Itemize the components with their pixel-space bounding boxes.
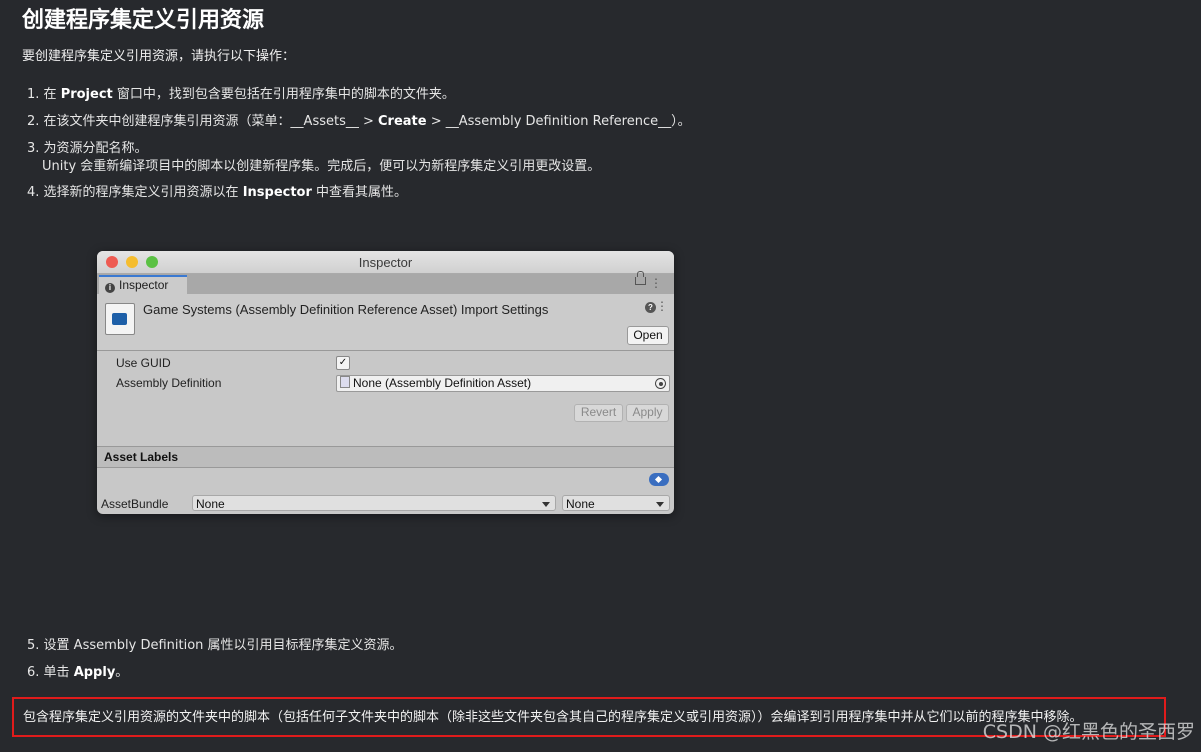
inspector-titlebar: Inspector [97,251,674,274]
asset-labels-header[interactable]: Asset Labels [97,446,674,468]
assembly-reference-asset-icon [105,303,135,335]
asset-title: Game Systems (Assembly Definition Refere… [143,302,549,317]
step-6: 6. 单击 Apply。 [27,659,403,686]
chevron-down-icon [656,502,664,507]
asset-bundle-label: AssetBundle [101,497,169,511]
window-title: Inspector [358,255,413,270]
assembly-definition-label: Assembly Definition [116,376,222,390]
step-number: 3. [27,141,40,156]
step-text: 为资源分配名称。 [43,141,148,156]
step-text: 选择新的程序集定义引用资源以在 [43,185,243,200]
step-text: 设置 Assembly Definition 属性以引用目标程序集定义资源。 [43,638,403,653]
steps-list: 1. 在 Project 窗口中，找到包含要包括在引用程序集中的脚本的文件夹。 … [27,81,691,206]
step-number: 4. [27,185,40,200]
step-number: 6. [27,665,40,680]
step-5: 5. 设置 Assembly Definition 属性以引用目标程序集定义资源… [27,632,403,659]
step-number: 1. [27,87,40,102]
header-kebab-icon[interactable]: ⋮ [656,299,668,313]
step-4: 4. 选择新的程序集定义引用资源以在 Inspector 中查看其属性。 [27,179,691,206]
tag-icon[interactable] [649,473,669,486]
object-picker-icon[interactable] [655,378,666,389]
step-text: > __Assembly Definition Reference__）。 [426,114,691,129]
revert-button[interactable]: Revert [574,404,623,422]
chevron-down-icon [542,502,550,507]
assembly-definition-value: None (Assembly Definition Asset) [353,376,532,390]
apply-button[interactable]: Apply [626,404,669,422]
tab-label: Inspector [119,278,169,292]
watermark: CSDN @红黑色的圣西罗 [982,721,1195,743]
open-button[interactable]: Open [627,326,669,345]
step-text: 。 [115,665,129,680]
tab-inspector[interactable]: i Inspector [99,275,187,294]
assembly-definition-field[interactable]: None (Assembly Definition Asset) [336,375,670,392]
step-subtext: Unity 会重新编译项目中的脚本以创建新程序集。完成后，便可以为新程序集定义引… [42,159,601,174]
tab-bar: i Inspector ⋮ [97,271,674,294]
step-bold: Create [378,114,427,129]
asset-header: Game Systems (Assembly Definition Refere… [97,294,674,351]
intro-text: 要创建程序集定义引用资源，请执行以下操作： [22,49,296,64]
asset-bundle-dropdown[interactable]: None [192,495,556,511]
kebab-menu-icon[interactable]: ⋮ [650,276,662,290]
inspector-window: Inspector i Inspector ⋮ Game Systems (Ass… [97,251,674,514]
step-text: 在 [43,87,61,102]
asset-bundle-value: None [196,497,225,511]
lock-icon[interactable] [635,271,646,285]
properties-panel: Use GUID ✓ Assembly Definition None (Ass… [97,351,674,446]
step-bold: Project [60,87,113,102]
step-text: 在该文件夹中创建程序集引用资源（菜单：__Assets__ > [43,114,379,129]
step-3: 3. 为资源分配名称。 Unity 会重新编译项目中的脚本以创建新程序集。完成后… [27,135,691,177]
step-number: 5. [27,638,40,653]
step-text: 单击 [43,665,74,680]
step-number: 2. [27,114,40,129]
page-title: 创建程序集定义引用资源 [22,8,265,33]
asset-labels-body: AssetBundle None None [97,468,674,514]
step-bold: Inspector [242,185,312,200]
note-text: 包含程序集定义引用资源的文件夹中的脚本（包括任何子文件夹中的脚本（除非这些文件夹… [23,710,1083,725]
asset-file-icon [340,376,350,388]
step-text: 中查看其属性。 [311,185,408,200]
steps-list-continued: 5. 设置 Assembly Definition 属性以引用目标程序集定义资源… [27,632,403,686]
help-icon[interactable]: ? [645,302,656,313]
info-icon: i [105,283,115,293]
asset-bundle-variant-dropdown[interactable]: None [562,495,670,511]
use-guid-checkbox[interactable]: ✓ [336,356,350,370]
step-text: 窗口中，找到包含要包括在引用程序集中的脚本的文件夹。 [112,87,455,102]
use-guid-label: Use GUID [116,356,171,370]
step-2: 2. 在该文件夹中创建程序集引用资源（菜单：__Assets__ > Creat… [27,108,691,135]
asset-bundle-variant-value: None [566,497,595,511]
step-1: 1. 在 Project 窗口中，找到包含要包括在引用程序集中的脚本的文件夹。 [27,81,691,108]
step-bold: Apply [73,665,116,680]
